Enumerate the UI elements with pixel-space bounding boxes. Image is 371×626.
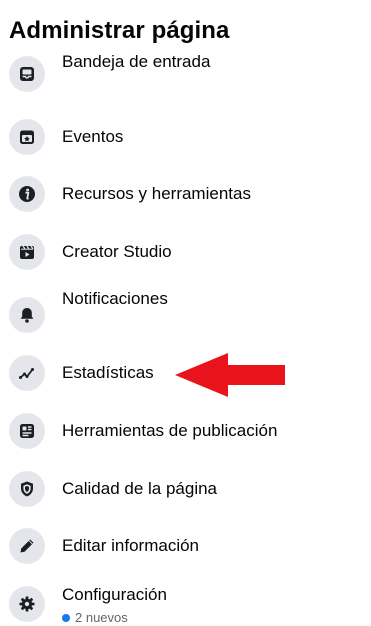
menu-item-inbox[interactable]: Bandeja de entrada — [0, 48, 371, 92]
bell-icon — [9, 297, 45, 333]
red-arrow-icon — [175, 353, 285, 397]
menu-item-creator-studio[interactable]: Creator Studio — [0, 230, 371, 274]
unread-dot-icon — [62, 614, 70, 622]
menu-item-notifications[interactable]: Notificaciones — [0, 286, 371, 333]
inbox-icon — [9, 56, 45, 92]
menu-item-label: Calidad de la página — [62, 479, 218, 498]
menu-item-label: Editar información — [62, 536, 200, 555]
menu-item-settings[interactable]: Configuración 2 nuevos — [0, 582, 371, 626]
manage-page-menu: Administrar página Bandeja de entrada Ev… — [0, 0, 371, 626]
page-title: Administrar página — [9, 14, 238, 48]
badge-text: 2 nuevos — [75, 610, 128, 625]
menu-item-label: Recursos y herramientas — [62, 184, 251, 203]
gear-icon — [9, 586, 45, 622]
menu-item-label: Estadísticas — [62, 363, 154, 382]
menu-item-page-quality[interactable]: Calidad de la página — [0, 467, 371, 511]
trend-line-icon — [9, 355, 45, 391]
menu-item-label: Creator Studio — [62, 242, 172, 261]
menu-item-label: Notificaciones — [62, 289, 168, 308]
publishing-tools-icon — [9, 413, 45, 449]
menu-item-label: Bandeja de entrada — [62, 52, 211, 71]
clapperboard-icon — [9, 234, 45, 270]
new-notifications-badge: 2 nuevos — [62, 610, 128, 626]
calendar-star-icon — [9, 119, 45, 155]
info-icon — [9, 176, 45, 212]
menu-item-label: Configuración — [62, 585, 167, 604]
pencil-icon — [9, 528, 45, 564]
menu-item-label: Herramientas de publicación — [62, 421, 278, 440]
menu-item-publishing-tools[interactable]: Herramientas de publicación — [0, 409, 371, 453]
shield-icon — [9, 471, 45, 507]
menu-item-label: Eventos — [62, 127, 124, 146]
menu-item-resources-tools[interactable]: Recursos y herramientas — [0, 172, 371, 216]
menu-item-edit-info[interactable]: Editar información — [0, 524, 371, 568]
menu-item-events[interactable]: Eventos — [0, 115, 371, 159]
